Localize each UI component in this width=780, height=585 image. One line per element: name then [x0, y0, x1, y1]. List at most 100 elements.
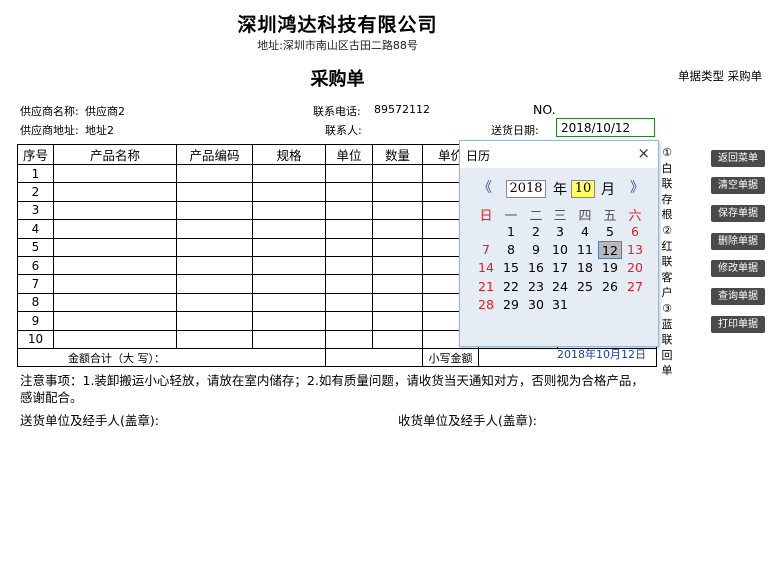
table-cell[interactable] — [372, 311, 423, 331]
calendar-day[interactable]: 25 — [573, 278, 597, 296]
table-cell[interactable] — [372, 219, 423, 239]
calendar-day[interactable]: 17 — [548, 259, 572, 277]
table-cell[interactable] — [176, 311, 253, 331]
calendar-day[interactable]: 26 — [598, 278, 622, 296]
calendar-day[interactable]: 6 — [623, 223, 647, 241]
calendar-day[interactable]: 29 — [499, 296, 523, 314]
calendar-day[interactable]: 10 — [548, 241, 572, 259]
table-cell[interactable] — [53, 311, 177, 331]
month-input[interactable]: 10 — [571, 180, 595, 198]
table-cell[interactable] — [252, 237, 326, 257]
calendar-day[interactable]: 2 — [524, 223, 548, 241]
calendar-day[interactable]: 1 — [499, 223, 523, 241]
table-cell[interactable] — [176, 255, 253, 276]
table-cell[interactable] — [325, 237, 373, 257]
table-cell[interactable] — [176, 200, 253, 221]
table-cell[interactable] — [252, 200, 326, 221]
table-cell[interactable] — [252, 274, 326, 294]
calendar-day[interactable]: 8 — [499, 241, 523, 259]
table-cell[interactable] — [252, 292, 326, 313]
table-cell[interactable] — [53, 182, 177, 202]
calendar-day[interactable]: 12 — [598, 241, 622, 259]
prev-month-button[interactable]: 《 — [478, 177, 492, 197]
table-cell[interactable] — [372, 255, 423, 276]
table-cell[interactable] — [252, 219, 326, 239]
calendar-popup[interactable]: 日历 × 《 2018 年 10 月 》 2018年10月12日 日一二三四五六… — [459, 140, 659, 361]
calendar-day[interactable]: 20 — [623, 259, 647, 277]
table-cell[interactable] — [372, 329, 423, 349]
table-cell[interactable] — [325, 219, 373, 239]
table-cell[interactable] — [372, 237, 423, 257]
calendar-day[interactable]: 19 — [598, 259, 622, 277]
table-cell[interactable] — [325, 311, 373, 331]
clear-form-button[interactable]: 清空单据 — [711, 177, 765, 194]
table-cell[interactable] — [53, 219, 177, 239]
calendar-day[interactable]: 13 — [623, 241, 647, 259]
table-cell[interactable] — [372, 274, 423, 294]
delivery-date-field[interactable]: 2018/10/12 — [556, 118, 655, 137]
close-icon[interactable]: × — [637, 144, 650, 162]
table-cell[interactable] — [325, 182, 373, 202]
calendar-day[interactable]: 9 — [524, 241, 548, 259]
table-cell[interactable] — [176, 292, 253, 313]
table-cell[interactable] — [176, 237, 253, 257]
weekday-header: 四 — [578, 209, 592, 224]
save-form-button[interactable]: 保存单据 — [711, 205, 765, 222]
table-cell[interactable] — [53, 329, 177, 349]
query-form-button[interactable]: 查询单据 — [711, 288, 765, 305]
table-cell[interactable] — [325, 292, 373, 313]
delete-form-button[interactable]: 删除单据 — [711, 233, 765, 250]
table-cell[interactable] — [372, 163, 423, 184]
table-cell[interactable] — [325, 163, 373, 184]
calendar-day[interactable]: 23 — [524, 278, 548, 296]
calendar-day[interactable]: 5 — [598, 223, 622, 241]
table-cell[interactable] — [53, 255, 177, 276]
calendar-day[interactable]: 11 — [573, 241, 597, 259]
table-cell[interactable] — [176, 182, 253, 202]
table-cell[interactable] — [53, 200, 177, 221]
table-cell[interactable] — [53, 163, 177, 184]
table-cell[interactable] — [53, 292, 177, 313]
calendar-day[interactable]: 7 — [474, 241, 498, 259]
table-cell[interactable] — [176, 329, 253, 349]
edit-form-button[interactable]: 修改单据 — [711, 260, 765, 277]
calendar-day[interactable]: 28 — [474, 296, 498, 314]
calendar-day[interactable]: 4 — [573, 223, 597, 241]
print-form-button[interactable]: 打印单据 — [711, 316, 765, 333]
calendar-day[interactable]: 27 — [623, 278, 647, 296]
table-cell[interactable] — [252, 163, 326, 184]
table-cell[interactable] — [325, 329, 373, 349]
table-cell[interactable] — [53, 274, 177, 294]
return-menu-button[interactable]: 返回菜单 — [711, 150, 765, 167]
calendar-day[interactable]: 22 — [499, 278, 523, 296]
next-month-button[interactable]: 》 — [630, 177, 644, 197]
calendar-day[interactable]: 3 — [548, 223, 572, 241]
calendar-day[interactable]: 24 — [548, 278, 572, 296]
table-cell[interactable] — [53, 237, 177, 257]
table-cell[interactable] — [372, 200, 423, 221]
table-cell[interactable] — [252, 329, 326, 349]
calendar-day[interactable]: 16 — [524, 259, 548, 277]
year-input[interactable]: 2018 — [506, 180, 546, 198]
table-cell[interactable] — [252, 311, 326, 331]
table-cell[interactable] — [176, 274, 253, 294]
calendar-day[interactable]: 31 — [548, 296, 572, 314]
table-cell[interactable] — [176, 163, 253, 184]
calendar-day[interactable]: 30 — [524, 296, 548, 314]
calendar-day[interactable]: 18 — [573, 259, 597, 277]
table-cell[interactable] — [372, 182, 423, 202]
table-cell[interactable] — [325, 274, 373, 294]
table-cell[interactable] — [372, 292, 423, 313]
phone-value[interactable]: 89572112 — [374, 103, 430, 116]
table-cell[interactable] — [252, 255, 326, 276]
table-cell[interactable] — [325, 255, 373, 276]
calendar-day[interactable]: 21 — [474, 278, 498, 296]
table-cell[interactable] — [176, 219, 253, 239]
calendar-day[interactable]: 15 — [499, 259, 523, 277]
table-cell[interactable] — [252, 182, 326, 202]
table-cell[interactable] — [325, 200, 373, 221]
supplier-address-value[interactable]: 地址2 — [85, 122, 114, 138]
supplier-name-value[interactable]: 供应商2 — [85, 103, 125, 119]
today-link[interactable]: 2018年10月12日 — [557, 346, 646, 362]
calendar-day[interactable]: 14 — [474, 259, 498, 277]
